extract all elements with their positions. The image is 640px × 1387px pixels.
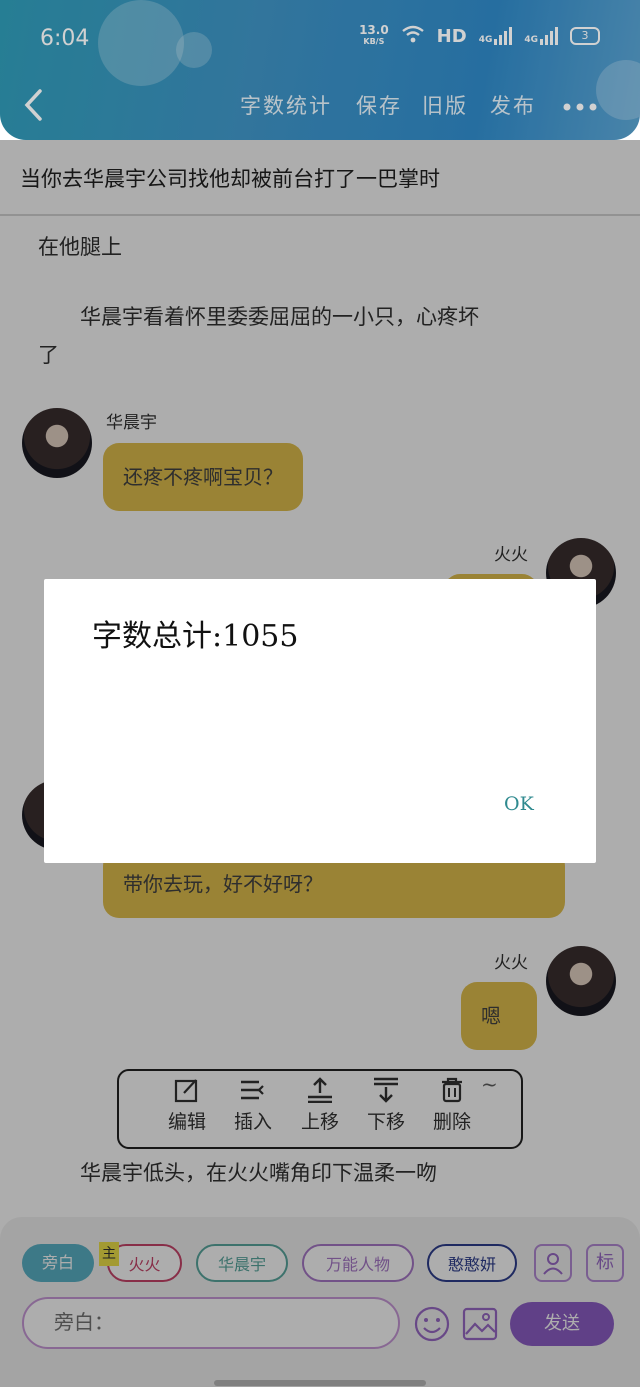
ok-button[interactable]: OK — [504, 793, 534, 815]
word-count-dialog: 字数总计:1055 OK — [44, 579, 596, 863]
dialog-message: 字数总计:1055 — [92, 619, 299, 654]
modal-scrim-header — [0, 0, 640, 140]
